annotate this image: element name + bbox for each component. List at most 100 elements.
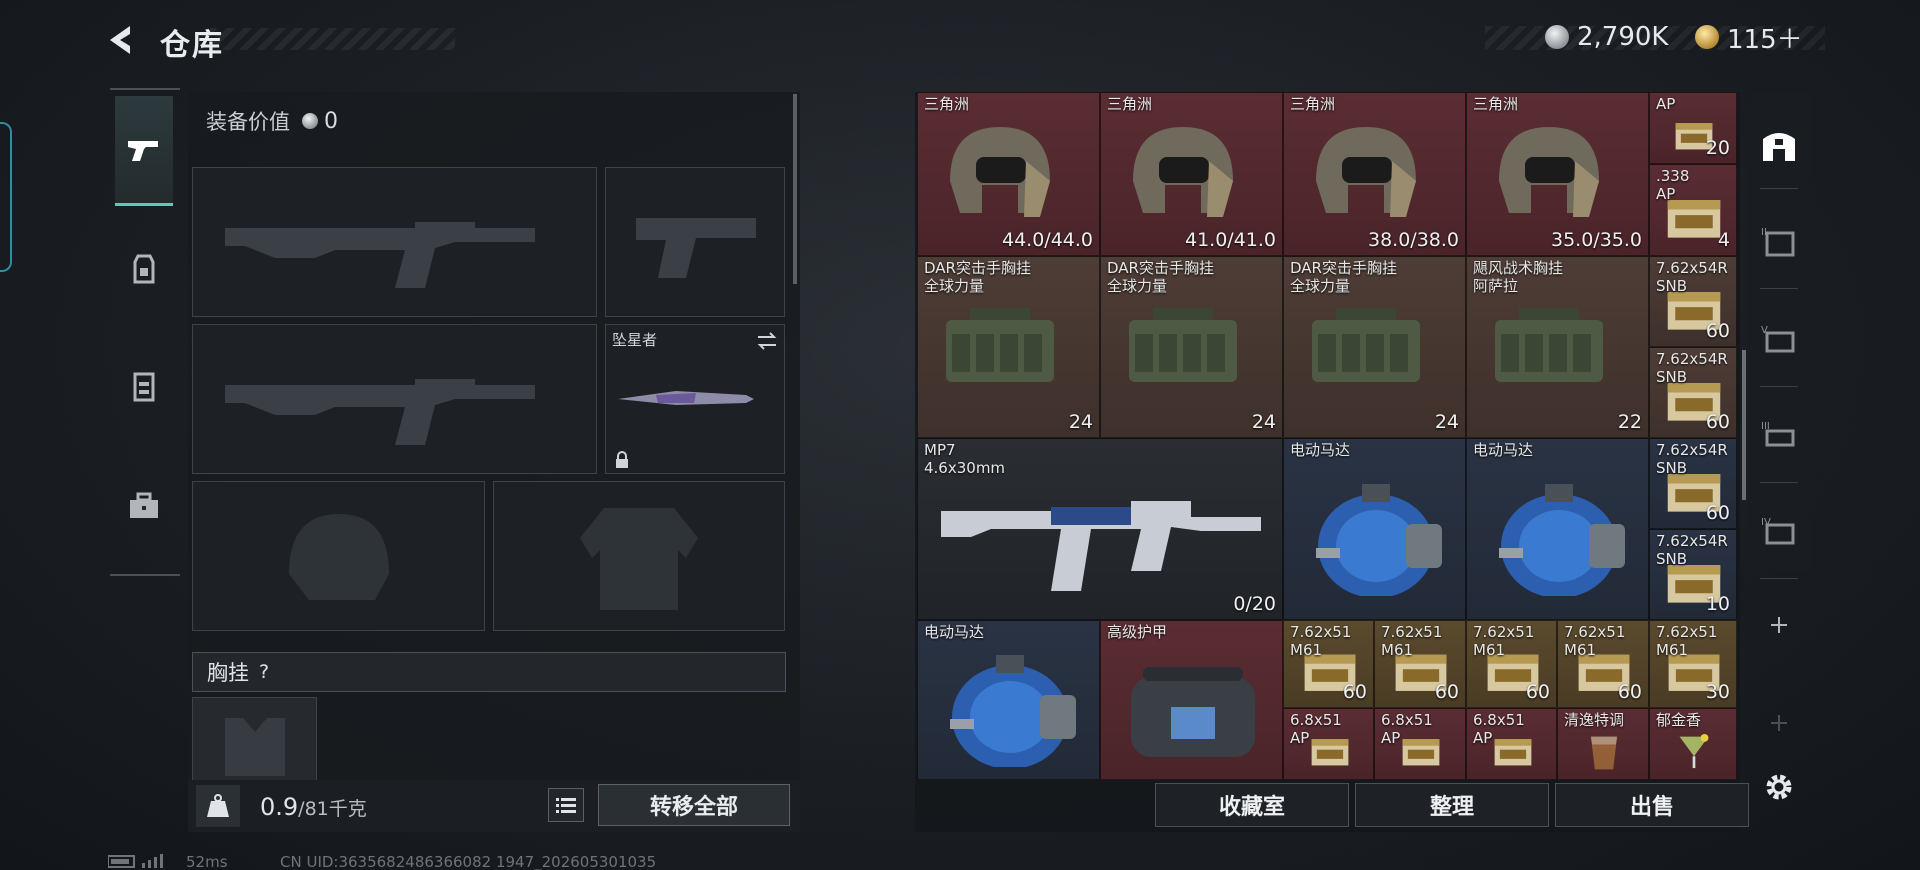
stash-tab-3[interactable]: III <box>1756 412 1802 458</box>
loadout-scrollbar[interactable] <box>793 94 797 284</box>
tab-gear[interactable] <box>115 214 173 324</box>
storage-item-26[interactable]: 6.8x51 AP <box>1466 708 1557 780</box>
storage-item-value: 24 <box>1434 411 1459 433</box>
storage-item-value: 60 <box>1434 681 1459 703</box>
helmet-silhouette-icon <box>289 514 389 600</box>
chest-rig-slot[interactable] <box>192 697 317 792</box>
sell-button[interactable]: 出售 <box>1555 783 1749 827</box>
storage-item-4[interactable]: AP 20 <box>1649 92 1737 164</box>
toolbox-icon <box>130 492 158 518</box>
equip-value: 装备价值 0 <box>206 106 338 136</box>
secondary-weapon-slot[interactable] <box>192 324 597 474</box>
storage-item-1[interactable]: 三角洲 41.0/41.0 <box>1100 92 1283 256</box>
cocktail-icon <box>1679 733 1709 769</box>
equip-value-label: 装备价值 <box>206 110 290 134</box>
storage-item-9[interactable]: 飓风战术胸挂 阿萨拉 22 <box>1466 256 1649 438</box>
armor-bag-icon <box>1130 667 1255 757</box>
storage-item-20[interactable]: 7.62x51 M61 60 <box>1374 620 1466 708</box>
knife-icon <box>618 391 754 405</box>
stash-tab-2[interactable]: II <box>1756 218 1802 264</box>
add-stash-button-2[interactable] <box>1756 700 1802 746</box>
helmet-slot[interactable] <box>192 481 485 631</box>
settings-button[interactable] <box>1756 764 1802 810</box>
storage-item-14[interactable]: 电动马达 <box>1466 438 1649 620</box>
storage-item-name: 7.62x51 M61 <box>1381 623 1443 659</box>
storage-item-8[interactable]: DAR突击手胸挂 全球力量 24 <box>1283 256 1466 438</box>
organize-button[interactable]: 整理 <box>1355 783 1549 827</box>
back-button[interactable] <box>104 22 140 58</box>
storage-item-name: AP <box>1656 95 1676 113</box>
storage-grid: 三角洲 44.0/44.0 三角洲 41.0/41.0 三角洲 38.0/38.0 三角洲 3… <box>915 92 1740 832</box>
rifle-silhouette-icon <box>225 222 535 288</box>
storage-item-21[interactable]: 7.62x51 M61 60 <box>1466 620 1557 708</box>
tab-weapons[interactable] <box>115 96 173 206</box>
storage-item-15[interactable]: 7.62x54R SNB 60 <box>1649 438 1737 529</box>
storage-item-24[interactable]: 6.8x51 AP <box>1283 708 1374 780</box>
chest-rig-icon <box>945 308 1054 382</box>
stash-v-icon: V <box>1761 325 1795 353</box>
tab-case[interactable] <box>115 450 173 560</box>
storage-item-name: 郁金香 <box>1656 711 1702 729</box>
storage-item-value: 20 <box>1705 137 1730 159</box>
storage-item-12[interactable]: MP7 4.6x30mm 0/20 <box>917 438 1283 620</box>
storage-item-22[interactable]: 7.62x51 M61 60 <box>1557 620 1649 708</box>
rifle-silhouette-icon <box>225 379 535 445</box>
storage-item-name: 电动马达 <box>924 623 985 641</box>
storage-item-value: 60 <box>1342 681 1367 703</box>
storage-item-name: 7.62x54R SNB <box>1656 350 1728 386</box>
storage-item-name: MP7 4.6x30mm <box>924 441 1006 477</box>
storage-item-27[interactable]: 清逸特调 <box>1557 708 1649 780</box>
storage-item-0[interactable]: 三角洲 44.0/44.0 <box>917 92 1100 256</box>
storage-item-18[interactable]: 高级护甲 <box>1100 620 1283 780</box>
backpack-icon <box>133 254 155 284</box>
storage-item-19[interactable]: 7.62x51 M61 60 <box>1283 620 1374 708</box>
storage-item-name: 6.8x51 AP <box>1290 711 1342 747</box>
tab-rig[interactable] <box>115 332 173 442</box>
storage-item-7[interactable]: DAR突击手胸挂 全球力量 24 <box>1100 256 1283 438</box>
storage-item-name: 7.62x51 M61 <box>1290 623 1352 659</box>
storage-item-23[interactable]: 7.62x51 M61 30 <box>1649 620 1737 708</box>
storage-item-name: 飓风战术胸挂 阿萨拉 <box>1473 259 1564 295</box>
swap-icon[interactable] <box>756 331 778 351</box>
currency-gold[interactable]: 115＋ <box>1695 20 1803 55</box>
storage-item-3[interactable]: 三角洲 35.0/35.0 <box>1466 92 1649 256</box>
storage-item-value: 41.0/41.0 <box>1184 229 1276 251</box>
add-stash-button[interactable] <box>1756 602 1802 648</box>
storage-item-2[interactable]: 三角洲 38.0/38.0 <box>1283 92 1466 256</box>
storage-scrollbar[interactable] <box>1742 350 1746 500</box>
storage-item-value: 38.0/38.0 <box>1367 229 1459 251</box>
chest-rig-icon <box>1128 308 1237 382</box>
transfer-all-button[interactable]: 转移全部 <box>598 784 790 826</box>
silver-coin-icon <box>1545 25 1569 49</box>
storage-item-10[interactable]: 7.62x54R SNB 60 <box>1649 256 1737 347</box>
storage-item-16[interactable]: 7.62x54R SNB 10 <box>1649 529 1737 620</box>
storage-item-name: 7.62x54R SNB <box>1656 532 1728 568</box>
storage-item-value: 10 <box>1705 593 1730 615</box>
stash-tab-4[interactable]: IV <box>1756 508 1802 554</box>
stash-tab-home[interactable] <box>1756 122 1802 168</box>
stash-iii-icon: III <box>1761 421 1795 447</box>
help-icon[interactable]: ? <box>259 661 269 683</box>
primary-weapon-slot[interactable] <box>192 167 597 317</box>
left-edge-tab[interactable] <box>0 122 12 272</box>
melee-slot[interactable]: 坠星者 <box>605 324 785 474</box>
collection-button[interactable]: 收藏室 <box>1155 783 1349 827</box>
storage-item-17[interactable]: 电动马达 <box>917 620 1100 780</box>
list-view-button[interactable] <box>548 788 584 822</box>
storage-item-5[interactable]: .338 AP 4 <box>1649 164 1737 256</box>
storage-item-28[interactable]: 郁金香 <box>1649 708 1737 780</box>
storage-item-name: .338 AP <box>1656 167 1690 203</box>
storage-item-name: 6.8x51 AP <box>1381 711 1433 747</box>
stash-tab-5[interactable]: V <box>1756 316 1802 362</box>
storage-item-6[interactable]: DAR突击手胸挂 全球力量 24 <box>917 256 1100 438</box>
armor-silhouette-icon <box>580 508 698 610</box>
storage-item-13[interactable]: 电动马达 <box>1283 438 1466 620</box>
armor-slot[interactable] <box>493 481 785 631</box>
storage-item-25[interactable]: 6.8x51 AP <box>1374 708 1466 780</box>
sidearm-slot[interactable] <box>605 167 785 317</box>
storage-item-value: 30 <box>1705 681 1730 703</box>
carry-weight-current: 0.9 <box>260 793 299 821</box>
storage-item-11[interactable]: 7.62x54R SNB 60 <box>1649 347 1737 438</box>
storage-item-value: 60 <box>1525 681 1550 703</box>
storage-item-value: 60 <box>1705 320 1730 342</box>
